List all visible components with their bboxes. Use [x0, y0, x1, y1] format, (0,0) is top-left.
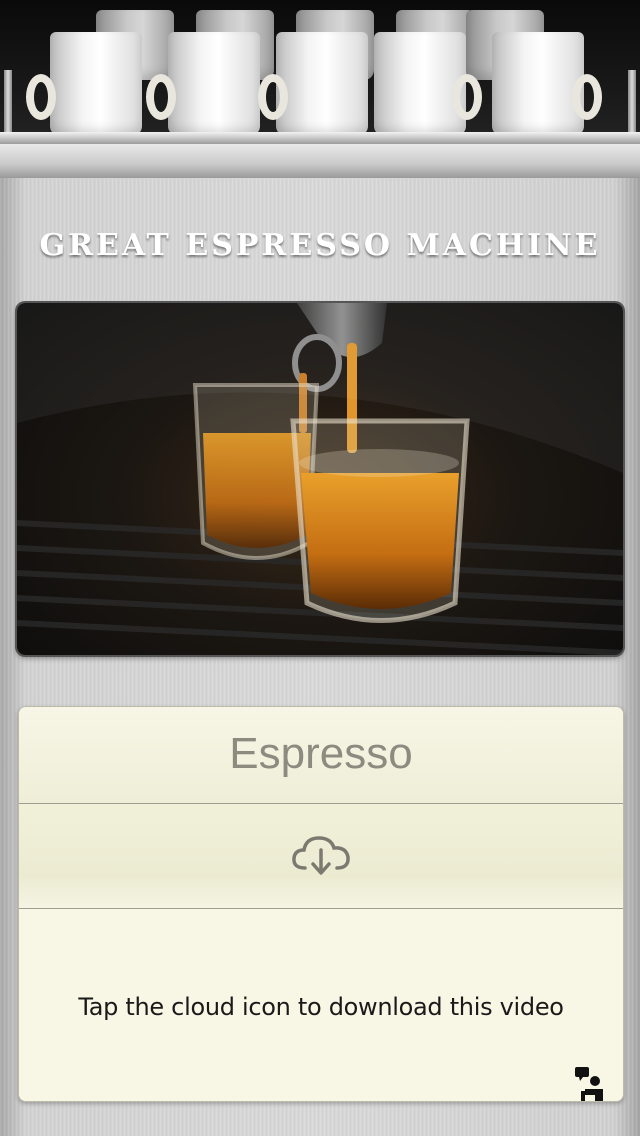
cloud-download-icon-svg: [292, 836, 350, 875]
page-title: GREAT ESPRESSO MACHINE: [39, 228, 601, 263]
video-thumbnail[interactable]: [17, 303, 623, 655]
rail-right: [628, 70, 636, 140]
card-download-row: [19, 804, 623, 909]
espresso-shots-image: [17, 303, 623, 655]
video-title: Espresso: [229, 729, 413, 778]
cup-front-5: [492, 32, 584, 136]
shelf-tray: [0, 144, 640, 178]
cup-handle-4: [452, 74, 482, 120]
shelf-rail: [0, 132, 640, 144]
cup-handle-5: [572, 74, 602, 120]
cloud-download-icon[interactable]: [291, 832, 351, 878]
card-title-row: Espresso: [19, 707, 623, 804]
cup-shelf: [0, 0, 640, 178]
download-hint: Tap the cloud icon to download this vide…: [78, 993, 564, 1021]
app-screen: GREAT ESPRESSO MACHINE Espresso Tap the …: [0, 0, 640, 1136]
cup-front-3: [276, 32, 368, 136]
cup-front-2: [168, 32, 260, 136]
cup-handle-1: [26, 74, 56, 120]
video-card: Espresso Tap the cloud icon to download …: [18, 706, 624, 1102]
barista-help-icon-svg: [575, 1067, 603, 1101]
cup-front-1: [50, 32, 142, 136]
card-hint-row: Tap the cloud icon to download this vide…: [19, 909, 623, 1101]
cup-handle-3: [258, 74, 288, 120]
cup-handle-2: [146, 74, 176, 120]
barista-help-icon[interactable]: [573, 1065, 613, 1101]
rail-left: [4, 70, 12, 140]
cup-front-4: [374, 32, 466, 136]
